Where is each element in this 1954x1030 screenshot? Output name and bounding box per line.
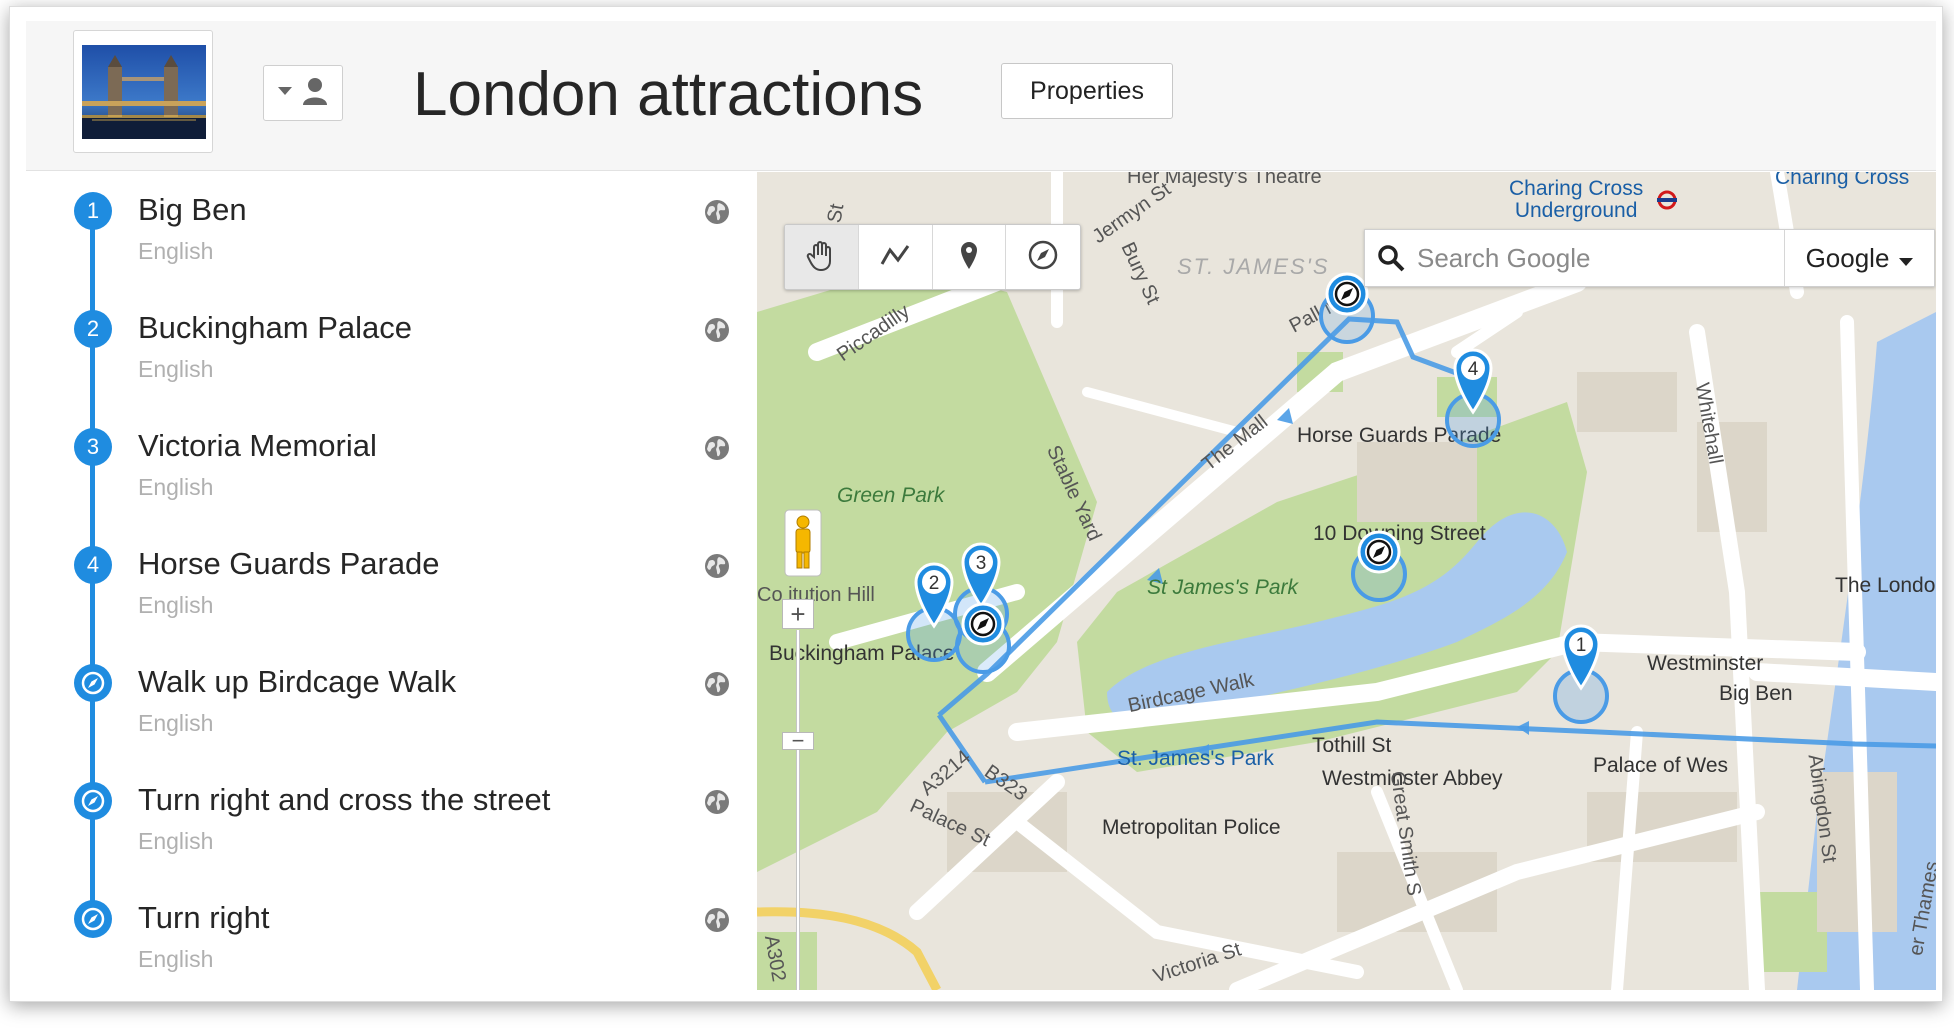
stop-language: English — [138, 828, 214, 854]
stop-badge: 4 — [74, 546, 112, 584]
compass-icon — [74, 782, 112, 820]
search-input[interactable] — [1417, 242, 1817, 274]
tour-stop-list: 1 Big Ben English 2 Buckingham Palace En… — [26, 172, 757, 1001]
line-icon — [880, 242, 910, 273]
marker-number: 1 — [1576, 635, 1587, 656]
map-mode-toolbar — [784, 224, 1081, 290]
stop-title[interactable]: Big Ben — [138, 192, 247, 228]
owner-dropdown-button[interactable] — [263, 65, 343, 121]
map-label: ST. JAMES'S — [1177, 254, 1330, 279]
provider-label: Google — [1805, 242, 1890, 273]
stop-language: English — [138, 946, 214, 972]
stop-badge: 1 — [74, 192, 112, 230]
tour-title: London attractions — [413, 60, 924, 129]
list-item[interactable]: Turn right English — [26, 880, 757, 998]
stop-language: English — [138, 592, 214, 618]
globe-icon[interactable] — [703, 198, 731, 226]
map-label: Big Ben — [1719, 682, 1793, 705]
list-item[interactable]: 3 Victoria Memorial English — [26, 408, 757, 526]
tour-header: London attractions Properties — [26, 21, 1936, 171]
map-label: The Londo — [1835, 574, 1936, 597]
map-label: St. James's Park — [1117, 747, 1274, 770]
marker-number: 3 — [976, 553, 987, 574]
stop-badge: 3 — [74, 428, 112, 466]
globe-icon[interactable] — [703, 552, 731, 580]
search-icon[interactable] — [1365, 230, 1417, 286]
stop-title[interactable]: Turn right — [138, 900, 270, 936]
compass-icon — [74, 900, 112, 938]
globe-icon[interactable] — [703, 670, 731, 698]
map-place-marker[interactable]: 1 — [1547, 604, 1615, 724]
caret-down-icon — [1899, 243, 1914, 274]
map-label: Charing Cross Underground — [1509, 177, 1644, 222]
stop-badge: 2 — [74, 310, 112, 348]
map-label: Metropolitan Police — [1102, 816, 1281, 839]
globe-icon[interactable] — [703, 434, 731, 462]
globe-icon[interactable] — [703, 316, 731, 344]
map-label: Charing Cross — [1775, 172, 1910, 189]
search-provider-dropdown[interactable]: Google — [1784, 230, 1934, 286]
stop-title[interactable]: Turn right and cross the street — [138, 782, 550, 818]
stop-language: English — [138, 710, 214, 736]
hand-tool-button[interactable] — [785, 225, 859, 289]
properties-button[interactable]: Properties — [1001, 63, 1173, 119]
map-label: Westminster Abbey — [1322, 767, 1503, 790]
map-label: Green Park — [837, 484, 945, 507]
list-item[interactable]: 1 Big Ben English — [26, 172, 757, 290]
zoom-in-button[interactable]: + — [782, 599, 814, 629]
globe-icon[interactable] — [703, 906, 731, 934]
stop-title[interactable]: Horse Guards Parade — [138, 546, 440, 582]
map-search-box: Google — [1364, 229, 1935, 287]
map-label: Co itution Hill — [757, 584, 875, 606]
map-label: St — [823, 202, 849, 225]
map-place-marker[interactable]: 4 — [1439, 328, 1507, 448]
tour-thumbnail[interactable] — [73, 30, 213, 153]
stop-language: English — [138, 356, 214, 382]
map-direction-marker[interactable] — [1345, 512, 1413, 632]
compass-icon — [1027, 239, 1059, 276]
stop-title[interactable]: Walk up Birdcage Walk — [138, 664, 456, 700]
hand-icon — [806, 239, 836, 276]
compass-icon — [74, 664, 112, 702]
list-item[interactable]: Turn right and cross the street English — [26, 762, 757, 880]
list-item[interactable]: 2 Buckingham Palace English — [26, 290, 757, 408]
underground-icon — [1657, 190, 1677, 215]
person-icon — [302, 77, 328, 110]
stop-title[interactable]: Victoria Memorial — [138, 428, 377, 464]
zoom-slider-handle[interactable]: − — [782, 730, 814, 752]
globe-icon[interactable] — [703, 788, 731, 816]
caret-down-icon — [278, 84, 292, 102]
map-label: Westminster — [1647, 652, 1764, 675]
stop-language: English — [138, 474, 214, 500]
stop-title[interactable]: Buckingham Palace — [138, 310, 412, 346]
stop-language: English — [138, 238, 214, 264]
map-label: Tothill St — [1312, 734, 1392, 757]
add-marker-button[interactable] — [933, 225, 1007, 289]
street-view-pegman-icon[interactable] — [783, 508, 823, 578]
map-direction-marker[interactable] — [949, 584, 1017, 704]
map-view[interactable]: Her Majesty's Theatre Charing Cross Unde… — [757, 172, 1936, 990]
list-item[interactable]: Walk up Birdcage Walk English — [26, 644, 757, 762]
pin-icon — [959, 240, 979, 275]
map-label: Palace of Wes — [1593, 754, 1729, 777]
marker-number: 4 — [1468, 359, 1479, 380]
list-item[interactable]: 4 Horse Guards Parade English — [26, 526, 757, 644]
draw-line-button[interactable] — [859, 225, 933, 289]
tower-bridge-image — [82, 45, 206, 139]
marker-number: 2 — [929, 573, 940, 594]
map-label: St James's Park — [1147, 576, 1299, 599]
zoom-slider-track[interactable] — [796, 630, 800, 990]
app-window: London attractions Properties 1 Big Ben … — [9, 6, 1943, 1002]
add-direction-button[interactable] — [1006, 225, 1080, 289]
